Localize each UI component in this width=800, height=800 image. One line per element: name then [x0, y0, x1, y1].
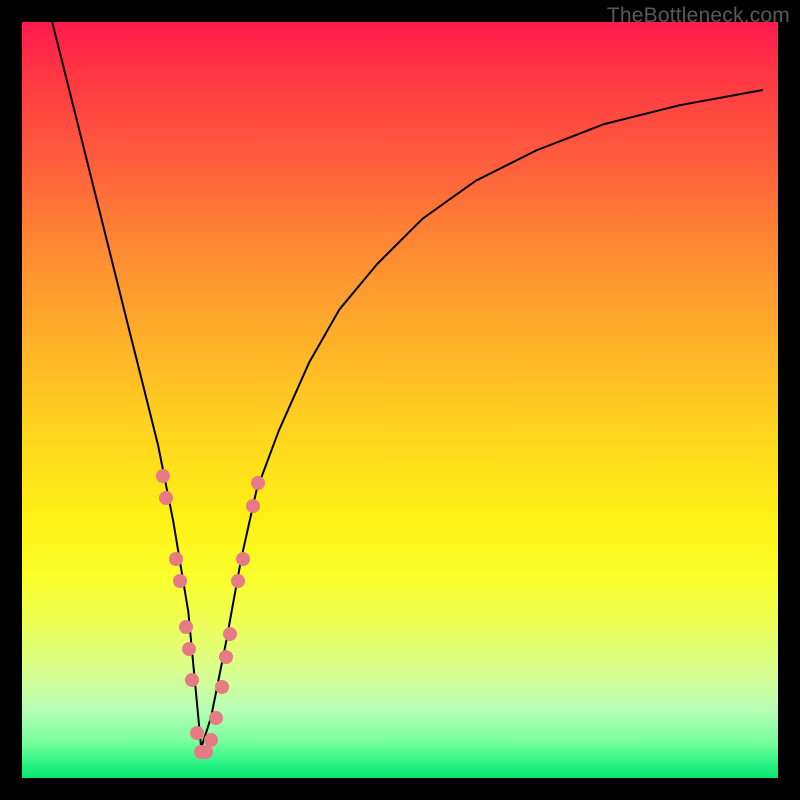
- scatter-dot: [185, 673, 199, 687]
- scatter-layer: [22, 22, 778, 778]
- scatter-dot: [236, 552, 250, 566]
- watermark-text: TheBottleneck.com: [607, 4, 790, 28]
- plot-area: [22, 22, 778, 778]
- scatter-dot: [173, 574, 187, 588]
- scatter-dot: [156, 469, 170, 483]
- scatter-dot: [182, 642, 196, 656]
- scatter-dot: [231, 574, 245, 588]
- scatter-dot: [215, 680, 229, 694]
- scatter-dot: [219, 650, 233, 664]
- scatter-dot: [159, 491, 173, 505]
- scatter-dot: [251, 476, 265, 490]
- scatter-dot: [246, 499, 260, 513]
- scatter-dot: [223, 627, 237, 641]
- chart-frame: TheBottleneck.com: [0, 0, 800, 800]
- scatter-dot: [209, 711, 223, 725]
- scatter-dot: [190, 726, 204, 740]
- scatter-dot: [169, 552, 183, 566]
- scatter-dot: [179, 620, 193, 634]
- scatter-dot: [204, 733, 218, 747]
